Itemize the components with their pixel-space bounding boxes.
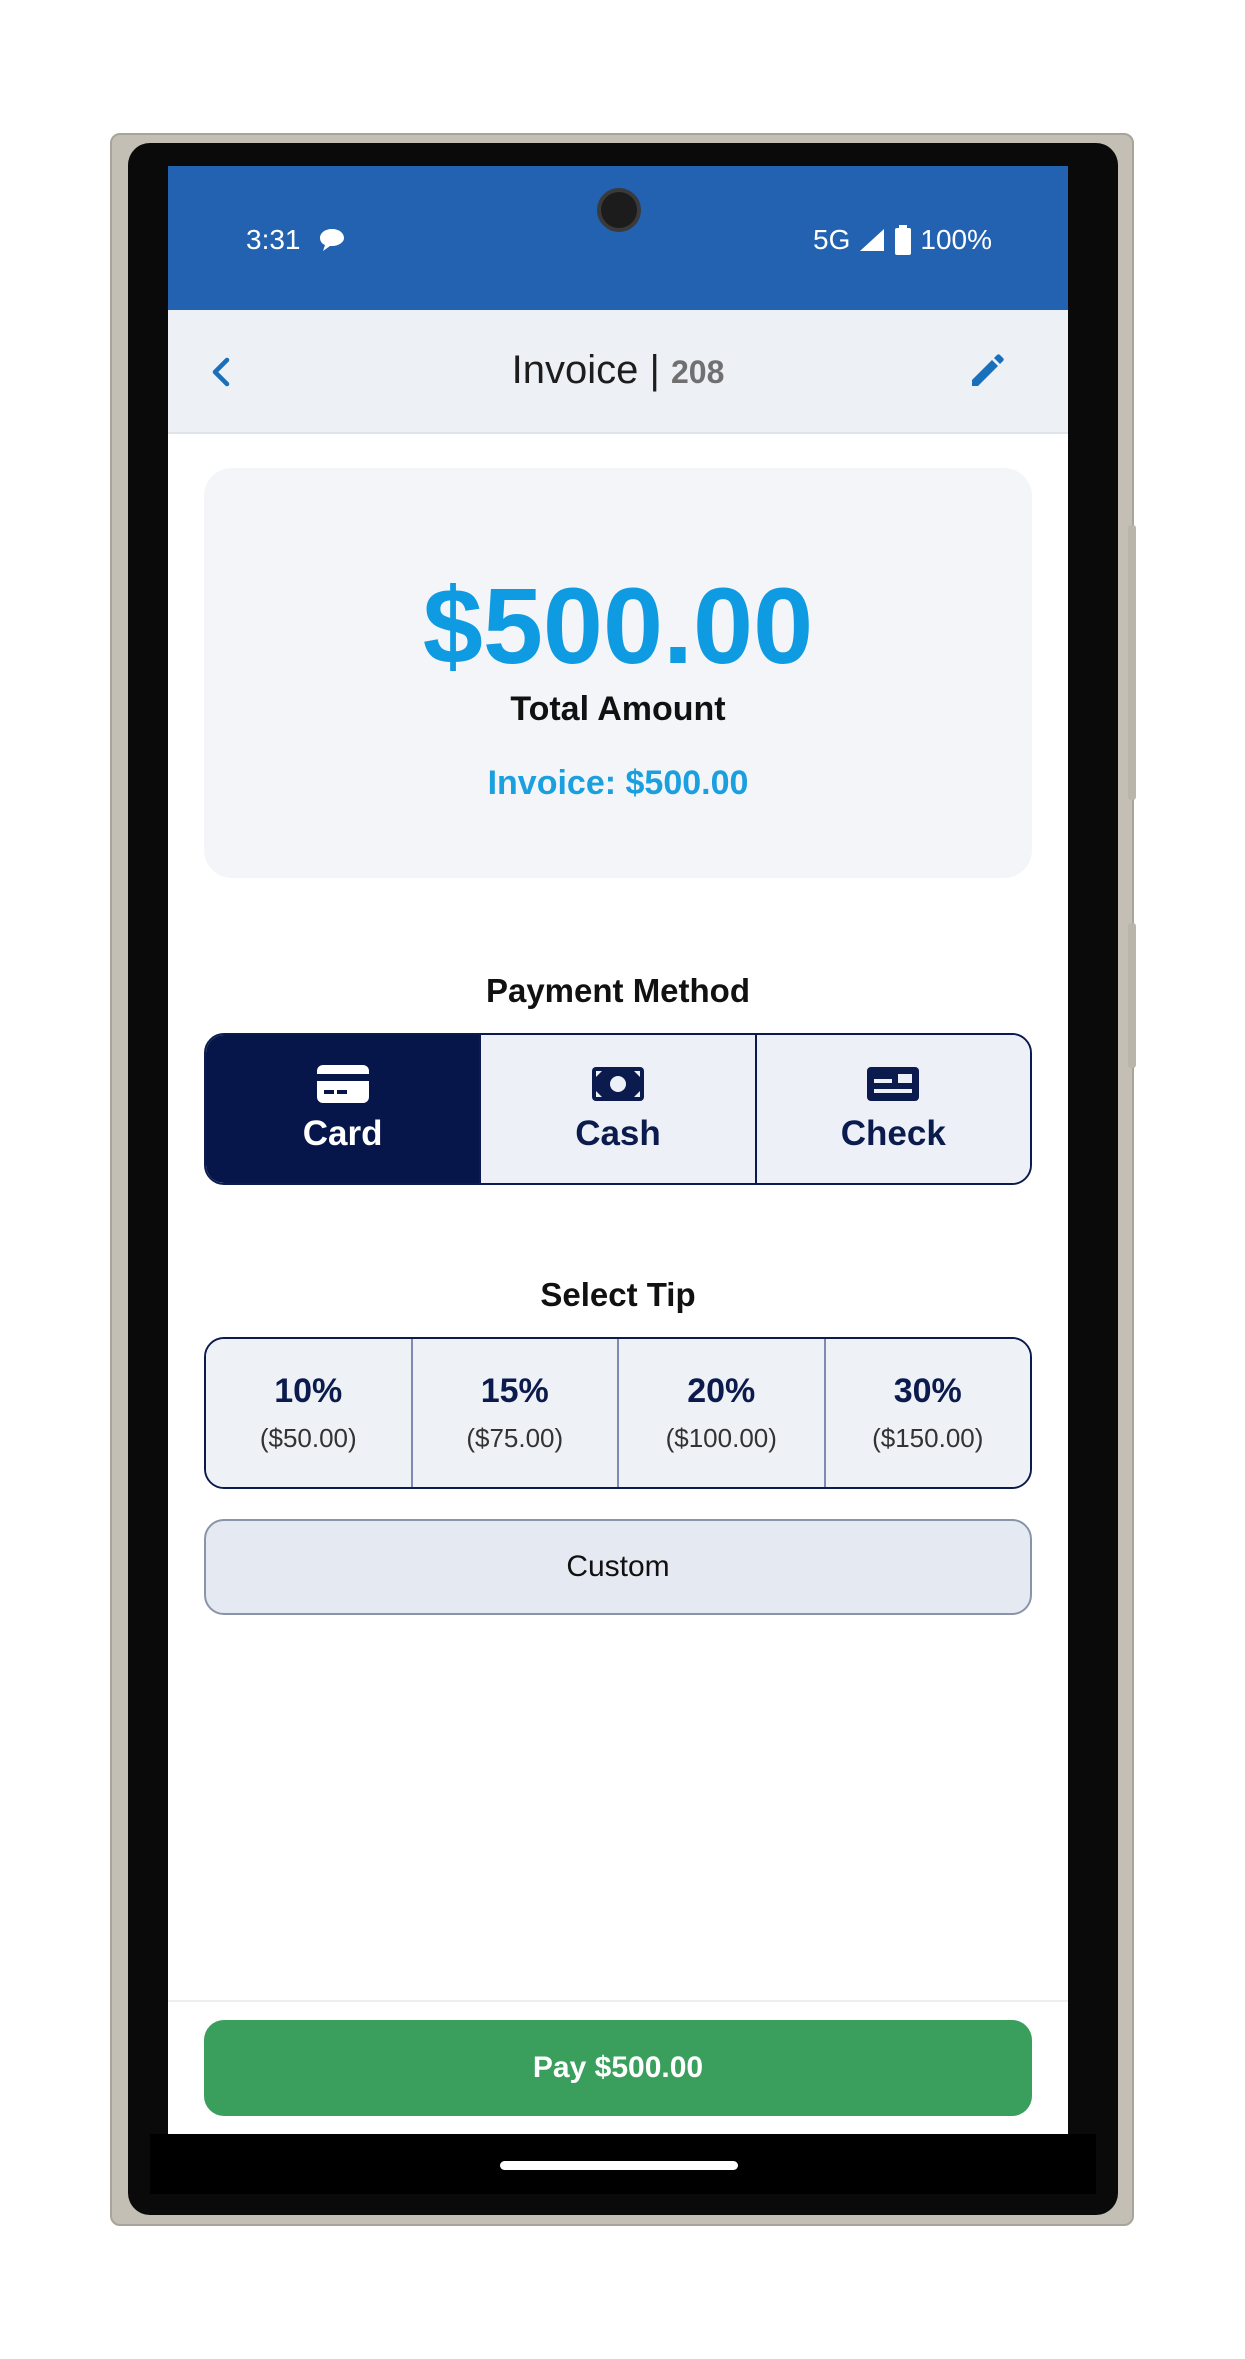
check-icon xyxy=(867,1067,920,1101)
tip-amount: ($75.00) xyxy=(466,1423,564,1453)
payment-option-label: Card xyxy=(302,1114,383,1153)
volume-button xyxy=(1128,525,1136,800)
tip-percent: 15% xyxy=(480,1372,549,1410)
power-button xyxy=(1128,923,1136,1068)
edit-button[interactable] xyxy=(964,350,1008,394)
tip-option-30[interactable]: 30% ($150.00) xyxy=(823,1339,1030,1487)
chat-notification-icon xyxy=(320,229,345,251)
page-title-text: Invoice | xyxy=(511,348,660,392)
payment-option-check[interactable]: Check xyxy=(754,1035,1030,1183)
home-indicator[interactable] xyxy=(500,2161,738,2170)
tip-selector: 10% ($50.00) 15% ($75.00) 20% ($100.00) … xyxy=(204,1337,1032,1489)
tip-percent: 20% xyxy=(687,1372,756,1410)
payment-method-selector: Card Cash Check xyxy=(204,1033,1032,1185)
tip-option-20[interactable]: 20% ($100.00) xyxy=(617,1339,824,1487)
tip-percent: 30% xyxy=(893,1372,962,1410)
invoice-number: 208 xyxy=(670,354,725,390)
app-bar: Invoice | 208 xyxy=(168,310,1068,434)
tip-percent: 10% xyxy=(274,1372,343,1410)
status-bar: 3:31 5G 100% xyxy=(168,166,1068,310)
network-type: 5G xyxy=(813,224,851,255)
tip-option-15[interactable]: 15% ($75.00) xyxy=(410,1339,617,1487)
custom-tip-button[interactable]: Custom xyxy=(204,1519,1032,1615)
payment-option-label: Check xyxy=(840,1114,946,1153)
payment-option-cash[interactable]: Cash xyxy=(479,1035,755,1183)
footer-divider xyxy=(168,2000,1068,2002)
pencil-icon xyxy=(972,354,1004,386)
tip-amount: ($50.00) xyxy=(259,1423,357,1453)
status-time: 3:31 xyxy=(246,224,301,255)
invoice-amount-line: Invoice: $500.00 xyxy=(487,764,749,802)
battery-icon xyxy=(895,225,912,255)
phone-screen: 3:31 5G 100% Invoice | 208 $500.00 Total… xyxy=(168,166,1068,2134)
select-tip-title: Select Tip xyxy=(540,1276,696,1313)
total-amount-label: Total Amount xyxy=(510,690,726,728)
amount-summary-card: $500.00 Total Amount Invoice: $500.00 xyxy=(204,468,1032,878)
status-time-group: 3:31 xyxy=(246,224,346,256)
payment-option-label: Cash xyxy=(575,1114,661,1153)
tip-option-10[interactable]: 10% ($50.00) xyxy=(206,1339,411,1487)
credit-card-icon xyxy=(316,1065,369,1103)
payment-option-card[interactable]: Card xyxy=(206,1035,480,1183)
front-camera xyxy=(597,188,641,232)
page-title: Invoice | 208 xyxy=(168,348,1068,393)
tip-amount: ($100.00) xyxy=(665,1423,777,1453)
battery-percent: 100% xyxy=(920,224,992,255)
cash-icon xyxy=(591,1067,644,1101)
payment-method-title: Payment Method xyxy=(485,972,751,1009)
signal-icon xyxy=(860,229,885,251)
status-indicators: 5G 100% xyxy=(813,224,992,256)
tip-amount: ($150.00) xyxy=(872,1423,984,1453)
total-amount-value: $500.00 xyxy=(422,565,814,686)
pay-button[interactable]: Pay $500.00 xyxy=(204,2020,1032,2116)
